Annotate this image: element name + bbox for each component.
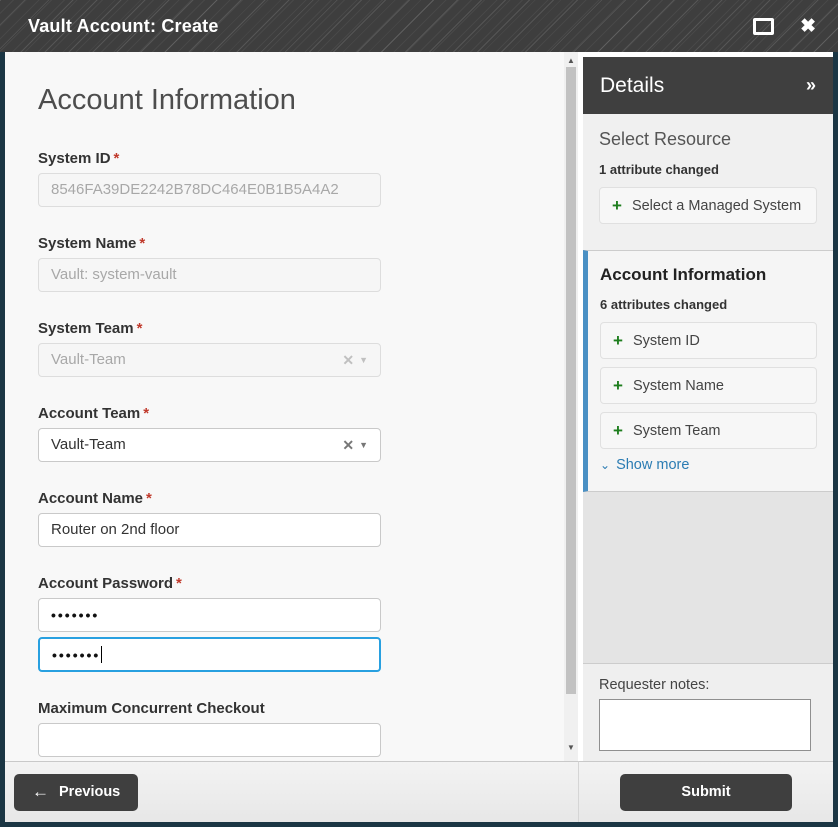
attribute-button-system-team[interactable]: + System Team xyxy=(600,412,817,449)
vault-account-create-dialog: Vault Account: Create ✖ Account Informat… xyxy=(0,0,838,827)
show-more-link[interactable]: ⌄ Show more xyxy=(600,457,817,473)
select-resource-heading: Select Resource xyxy=(599,129,732,149)
chevron-down-icon: ⌄ xyxy=(600,458,611,472)
previous-button[interactable]: ← Previous xyxy=(14,773,139,811)
select-managed-system-button[interactable]: + Select a Managed System xyxy=(599,187,817,224)
account-team-select[interactable]: Vault-Team ✕ ▼ xyxy=(38,428,381,462)
close-icon[interactable]: ✖ xyxy=(800,17,816,36)
arrow-left-icon: ← xyxy=(32,782,49,801)
account-password-label: Account Password * xyxy=(38,575,182,592)
select-resource-section: Select Resource 1 attribute changed + Se… xyxy=(583,114,833,250)
details-header: Details » xyxy=(583,57,833,114)
system-name-label: System Name * xyxy=(38,235,146,252)
details-title: Details xyxy=(600,73,665,97)
attribute-button-system-id[interactable]: + System ID xyxy=(600,322,817,359)
required-marker: * xyxy=(113,150,120,167)
field-account-name: Account Name * Router on 2nd floor xyxy=(38,490,564,547)
field-system-name: System Name * Vault: system-vault xyxy=(38,235,564,292)
window-controls: ✖ xyxy=(753,17,816,36)
system-team-select[interactable]: Vault-Team ✕ ▼ xyxy=(38,343,381,377)
details-panel: Details » Select Resource 1 attribute ch… xyxy=(583,52,833,761)
required-marker: * xyxy=(139,235,146,252)
requester-notes-input[interactable] xyxy=(599,699,811,751)
plus-icon: + xyxy=(613,376,623,395)
account-name-input[interactable]: Router on 2nd floor xyxy=(38,513,381,547)
field-max-concurrent-checkout: Maximum Concurrent Checkout xyxy=(38,700,564,757)
required-marker: * xyxy=(143,405,150,422)
account-name-label: Account Name * xyxy=(38,490,152,507)
field-system-id: System ID * 8546FA39DE2242B78DC464E0B1B5A… xyxy=(38,150,564,207)
account-form: Account Information System ID * 8546FA39D… xyxy=(5,52,564,761)
required-marker: * xyxy=(136,320,143,337)
text-cursor xyxy=(101,646,103,663)
account-team-label: Account Team * xyxy=(38,405,150,422)
required-marker: * xyxy=(146,490,152,507)
system-id-input[interactable]: 8546FA39DE2242B78DC464E0B1B5A4A2 xyxy=(38,173,381,207)
form-heading: Account Information xyxy=(38,84,296,116)
form-scrollbar[interactable]: ▲ ▼ xyxy=(564,52,578,761)
plus-icon: + xyxy=(613,421,623,440)
submit-button[interactable]: Submit xyxy=(620,773,792,811)
max-concurrent-checkout-input[interactable] xyxy=(38,723,381,757)
account-password-input[interactable]: ••••••• xyxy=(38,598,381,632)
window-title: Vault Account: Create xyxy=(28,15,219,36)
details-spacer xyxy=(583,492,833,663)
max-concurrent-checkout-label: Maximum Concurrent Checkout xyxy=(38,700,265,717)
field-account-password: Account Password * ••••••• ••••••• xyxy=(38,575,564,672)
dialog-body: Account Information System ID * 8546FA39D… xyxy=(5,52,833,761)
requester-notes-label: Requester notes: xyxy=(599,677,710,693)
scroll-down-icon[interactable]: ▼ xyxy=(564,741,578,755)
footer-right: Submit xyxy=(578,761,833,822)
attribute-button-system-name[interactable]: + System Name xyxy=(600,367,817,404)
plus-icon: + xyxy=(612,196,622,215)
footer-left: ← Previous xyxy=(5,761,578,822)
system-name-input[interactable]: Vault: system-vault xyxy=(38,258,381,292)
requester-notes-section: Requester notes: xyxy=(583,663,833,761)
plus-icon: + xyxy=(613,331,623,350)
required-marker: * xyxy=(176,575,182,592)
confirm-password-input[interactable]: ••••••• xyxy=(38,637,381,672)
maximize-icon[interactable] xyxy=(753,17,775,35)
scrollbar-thumb[interactable] xyxy=(566,67,576,694)
system-id-label: System ID * xyxy=(38,150,120,167)
field-account-team: Account Team * Vault-Team ✕ ▼ xyxy=(38,405,564,462)
dialog-footer: ← Previous Submit xyxy=(5,761,833,822)
collapse-panel-icon[interactable]: » xyxy=(806,75,816,96)
clear-selection-icon[interactable]: ✕ xyxy=(342,429,354,461)
dropdown-caret-icon[interactable]: ▼ xyxy=(359,429,368,461)
dropdown-caret-icon[interactable]: ▼ xyxy=(359,344,368,376)
field-system-team: System Team * Vault-Team ✕ ▼ xyxy=(38,320,564,377)
account-information-changed-note: 6 attributes changed xyxy=(600,297,728,312)
account-information-section: Account Information 6 attributes changed… xyxy=(583,250,833,492)
clear-selection-icon[interactable]: ✕ xyxy=(342,344,354,376)
account-information-heading: Account Information xyxy=(600,265,767,284)
titlebar: Vault Account: Create ✖ xyxy=(0,0,838,52)
system-team-label: System Team * xyxy=(38,320,143,337)
select-resource-changed-note: 1 attribute changed xyxy=(599,162,719,177)
scroll-up-icon[interactable]: ▲ xyxy=(564,54,578,68)
